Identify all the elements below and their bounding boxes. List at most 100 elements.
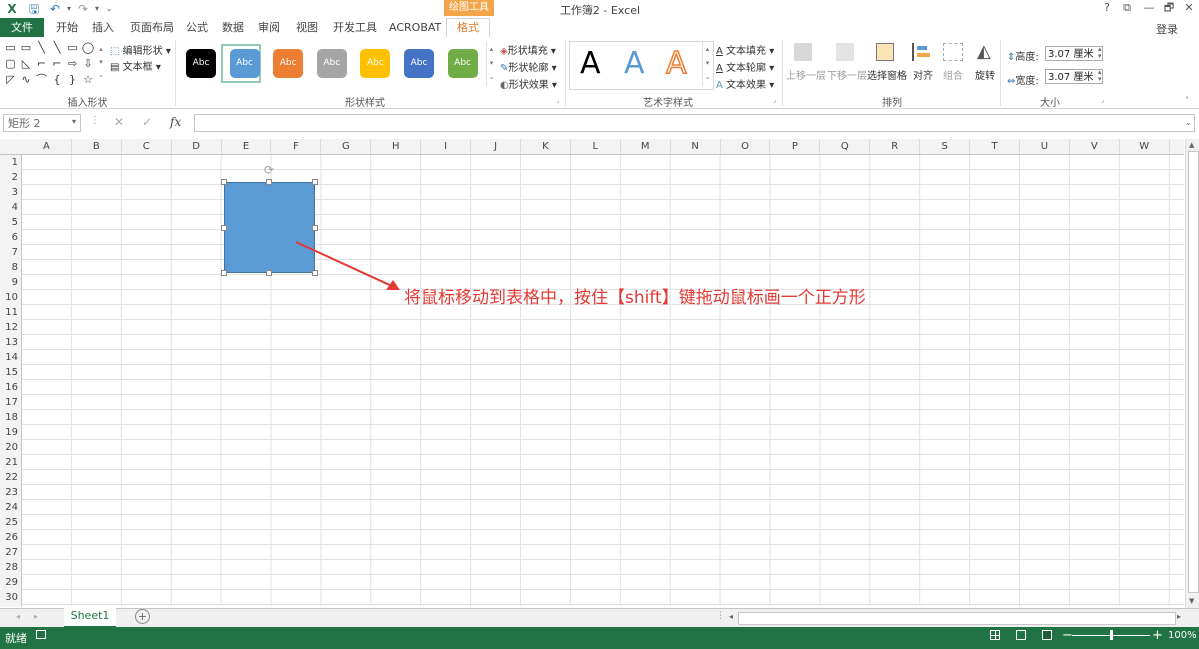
zoom-in-button[interactable]: + [1152,628,1163,643]
row-header-29[interactable]: 29 [0,575,21,590]
resize-handle[interactable] [266,270,272,276]
style-gallery-scroll[interactable]: ▴ ▾ ⌄ [486,42,496,86]
column-header-r[interactable]: R [870,139,921,154]
shape-gallery-item[interactable]: ╲ [35,42,48,54]
ribbon-display-button[interactable]: ⧉ [1119,1,1135,15]
column-header-s[interactable]: S [920,139,971,154]
wordart-gallery-scroll[interactable]: ▴ ▾ ⌄ [702,42,712,86]
insert-function-button[interactable]: fx [170,115,181,129]
rotate-button[interactable]: 旋转 [975,67,995,82]
shape-effects-button[interactable]: ◐形状效果 ▾ [500,76,557,91]
macro-record-icon[interactable] [36,630,46,639]
edit-shape-button[interactable]: ⬚ 编辑形状 ▾ [110,42,171,57]
scroll-down-icon[interactable]: ▼ [1189,597,1194,605]
wordart-styles-launcher-icon[interactable]: ⌟ [773,97,780,104]
tab-home[interactable]: 开始 [56,18,78,37]
align-button[interactable]: 对齐 [913,67,933,82]
row-header-27[interactable]: 27 [0,545,21,560]
add-sheet-button[interactable]: + [135,609,150,624]
column-header-k[interactable]: K [521,139,571,154]
shape-gallery-item[interactable]: ▭ [66,42,79,54]
column-header-g[interactable]: G [321,139,372,154]
minimize-button[interactable]: — [1141,1,1157,15]
shape-fill-button[interactable]: ◈形状填充 ▾ [500,42,556,57]
resize-handle[interactable] [312,225,318,231]
next-sheet-icon[interactable]: ▸ [34,612,38,621]
shape-gallery-item[interactable]: ⌐ [51,58,64,70]
column-header-n[interactable]: N [671,139,721,154]
height-input[interactable]: 3.07 厘米 [1045,46,1103,61]
column-header-m[interactable]: M [621,139,671,154]
shape-gallery-item[interactable]: ☆ [82,74,95,86]
enter-entry-button[interactable]: ✓ [142,115,152,129]
shape-gallery-item[interactable]: ◺ [20,58,33,70]
row-header-24[interactable]: 24 [0,500,21,515]
column-header-h[interactable]: H [371,139,422,154]
tab-insert[interactable]: 插入 [92,18,114,37]
row-header-4[interactable]: 4 [0,200,21,215]
normal-view-icon[interactable] [990,630,1000,640]
sheet-tab-sheet1[interactable]: Sheet1 [64,607,116,628]
row-header-3[interactable]: 3 [0,185,21,200]
column-header-p[interactable]: P [771,139,821,154]
scroll-up-icon[interactable]: ▲ [1189,141,1194,149]
width-input[interactable]: 3.07 厘米 [1045,69,1103,84]
shape-style-preset[interactable]: Abc [404,49,434,78]
cell-grid[interactable] [22,155,1184,606]
column-header-t[interactable]: T [970,139,1020,154]
tab-format[interactable]: 格式 [446,18,490,38]
tab-view[interactable]: 视图 [296,18,318,37]
shape-style-preset[interactable]: Abc [273,49,304,78]
size-launcher-icon[interactable]: ⌟ [1101,97,1108,104]
tab-split-icon[interactable]: ⋮ [716,611,725,621]
selection-pane-button[interactable]: 选择窗格 [867,67,907,82]
row-header-7[interactable]: 7 [0,245,21,260]
shape-gallery-item[interactable]: ╲ [51,42,64,54]
resize-handle[interactable] [221,270,227,276]
resize-handle[interactable] [266,179,272,185]
signin-link[interactable]: 登录 [1156,21,1178,37]
horizontal-scrollbar[interactable] [738,612,1176,625]
tab-developer[interactable]: 开发工具 [333,18,377,37]
shape-gallery-item[interactable]: ▭ [20,42,33,54]
shape-gallery-item[interactable]: ▭ [4,42,17,54]
vertical-scroll-thumb[interactable] [1188,151,1199,593]
text-effects-button[interactable]: A 文本效果 ▾ [716,76,774,91]
row-header-14[interactable]: 14 [0,350,21,365]
shape-gallery-item[interactable]: ◸ [4,74,17,86]
tab-page-layout[interactable]: 页面布局 [130,18,174,37]
wordart-style-black[interactable]: A [580,47,601,81]
column-header-c[interactable]: C [122,139,172,154]
column-header-j[interactable]: J [471,139,521,154]
save-icon[interactable]: 🖫 [27,2,41,16]
resize-handle[interactable] [312,179,318,185]
redo-icon[interactable]: ↷ [76,2,90,16]
row-header-23[interactable]: 23 [0,485,21,500]
row-header-28[interactable]: 28 [0,560,21,575]
row-header-8[interactable]: 8 [0,260,21,275]
row-header-11[interactable]: 11 [0,305,21,320]
shape-gallery-item[interactable]: { [51,74,64,86]
row-header-22[interactable]: 22 [0,470,21,485]
column-header-i[interactable]: I [421,139,472,154]
column-header-v[interactable]: V [1070,139,1120,154]
column-header-a[interactable]: A [22,139,72,154]
shape-gallery-scroll[interactable]: ▴ ▾ ⌄ [97,43,105,83]
customize-qat-icon[interactable]: ⌄ [102,2,116,16]
shape-style-preset[interactable]: Abc [360,49,391,78]
rotation-handle-icon[interactable]: ⟳ [264,163,274,177]
page-layout-view-icon[interactable] [1016,630,1026,640]
cancel-entry-button[interactable]: ✕ [114,115,124,129]
row-header-9[interactable]: 9 [0,275,21,290]
column-header-w[interactable]: W [1120,139,1170,154]
wordart-style-orange-outline[interactable]: A [665,46,687,82]
width-spinner-icon[interactable]: ▴ ▾ [1098,69,1102,83]
column-header-e[interactable]: E [222,139,272,154]
row-header-12[interactable]: 12 [0,320,21,335]
shape-outline-button[interactable]: ✎形状轮廓 ▾ [500,59,557,74]
shape-gallery-item[interactable]: ◯ [82,42,95,54]
vertical-scrollbar[interactable]: ▲ ▼ [1185,139,1199,609]
tab-file[interactable]: 文件 [0,18,44,37]
shape-styles-launcher-icon[interactable]: ⌟ [556,97,563,104]
shape-gallery-item[interactable]: ⇨ [66,58,79,70]
